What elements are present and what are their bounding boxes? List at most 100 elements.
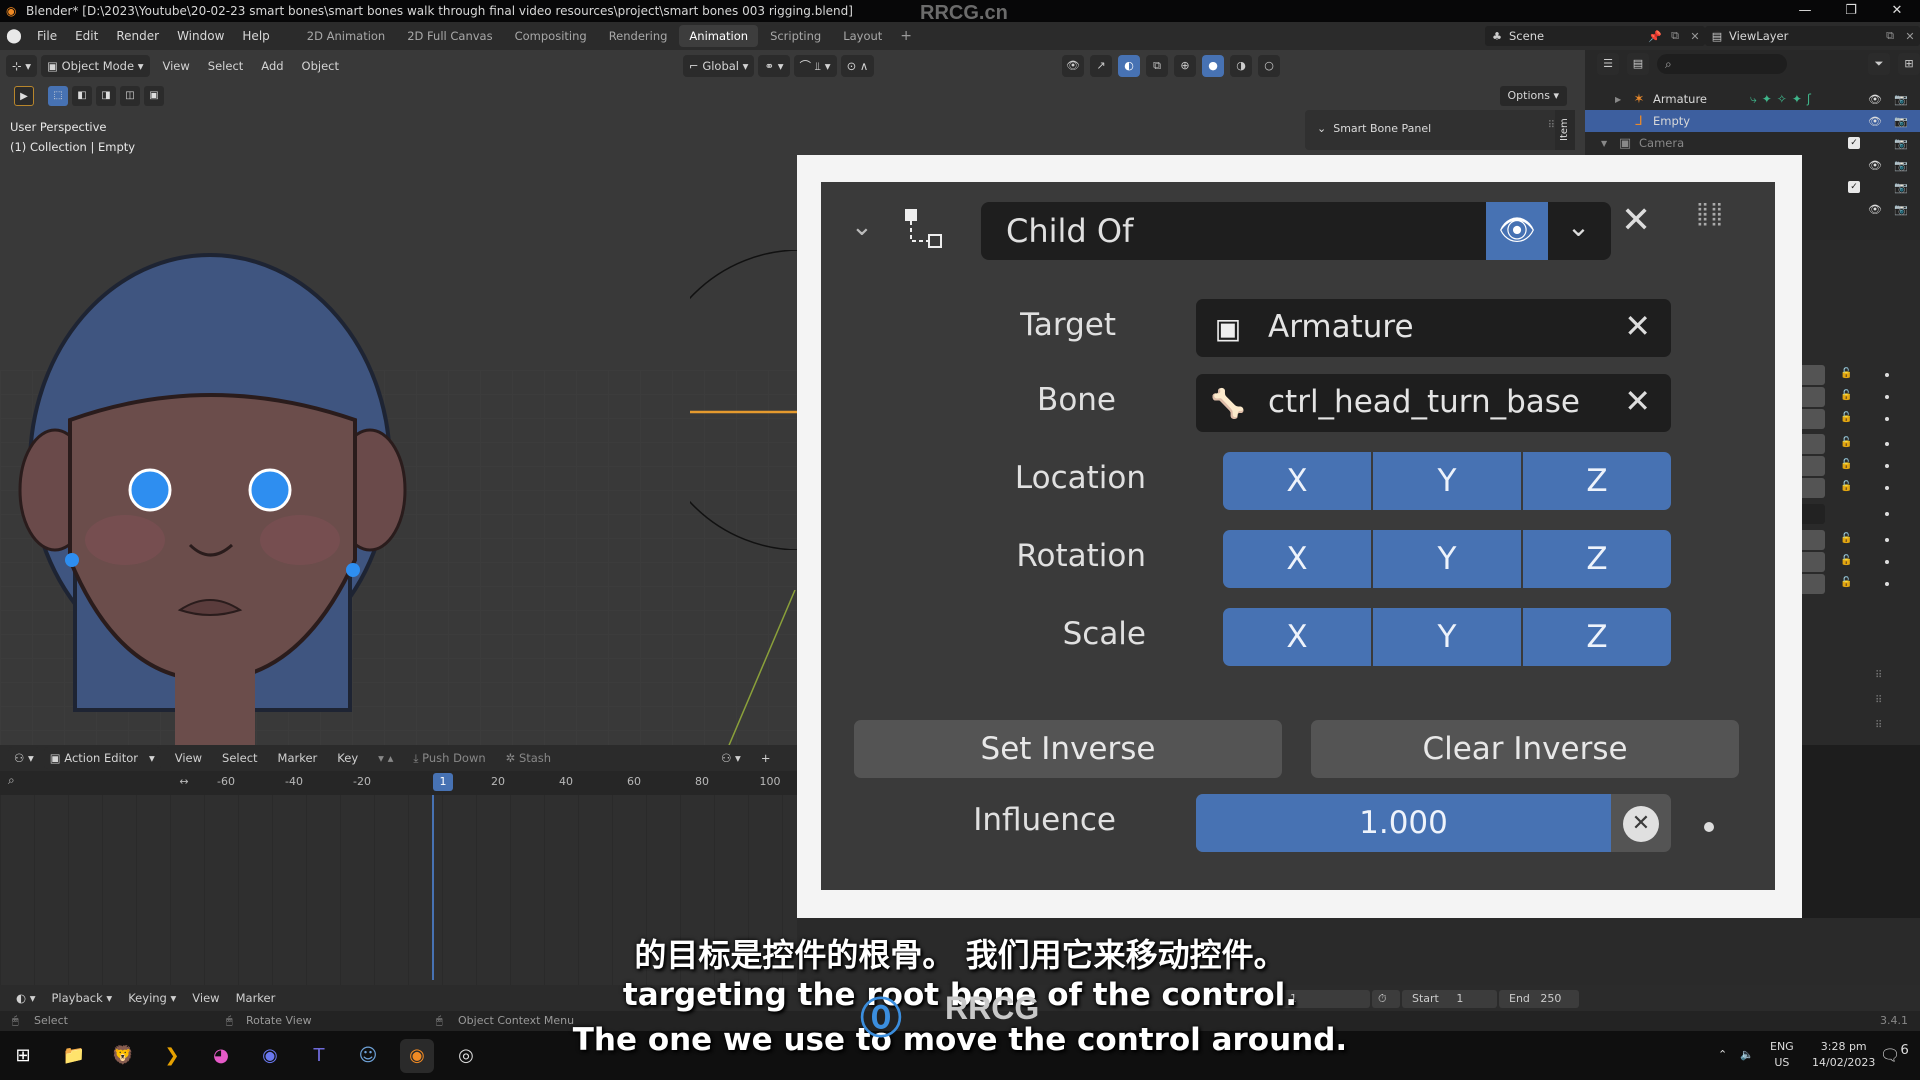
editor-type-button[interactable]: ⊹ ▾ <box>6 55 38 77</box>
tab-animation[interactable]: Animation <box>679 25 759 47</box>
maximize-button[interactable]: ❐ <box>1828 0 1874 22</box>
viewport-menu-add[interactable]: Add <box>252 59 292 73</box>
frame-ruler[interactable]: ⌕ ↔ -60 -40 -20 1 20 40 60 80 100 <box>0 771 797 795</box>
constraint-menu-chevron-icon[interactable]: ⌄ <box>1556 210 1601 243</box>
new-view-layer-icon[interactable]: ⧉ <box>1880 29 1900 43</box>
render-camera-icon[interactable]: 📷 <box>1892 115 1910 128</box>
visibility-eye-icon[interactable]: 👁 <box>1866 159 1884 172</box>
drag-grip-icon[interactable]: ⠿⠿ ⠿⠿ <box>1696 203 1724 231</box>
filter-icon[interactable]: ⚇ ▾ <box>711 751 751 765</box>
panel-grip-icon[interactable]: ⠿ <box>1875 720 1882 731</box>
clear-inverse-button[interactable]: Clear Inverse <box>1311 720 1739 778</box>
stash-button[interactable]: ✲ Stash <box>496 751 561 765</box>
rotation-z-toggle[interactable]: Z <box>1523 530 1671 588</box>
ae-menu-key[interactable]: Key <box>327 751 368 765</box>
solid-shading-icon[interactable]: ● <box>1202 55 1224 77</box>
keyframe-dot[interactable] <box>1885 395 1889 399</box>
tab-2d-full-canvas[interactable]: 2D Full Canvas <box>397 25 502 47</box>
render-camera-icon[interactable]: 📷 <box>1892 137 1910 150</box>
render-camera-icon[interactable]: 📷 <box>1892 159 1910 172</box>
location-x-toggle[interactable]: X <box>1223 452 1373 510</box>
target-field[interactable]: ▣ Armature ✕ <box>1196 299 1671 357</box>
xray-toggle-icon[interactable]: ⧉ <box>1146 55 1168 77</box>
collapse-chevron-icon[interactable]: ⌄ <box>851 212 873 242</box>
panel-grip-icon[interactable]: ⠿ <box>1875 695 1882 706</box>
lock-icon[interactable]: 🔓 <box>1840 555 1852 566</box>
select-extend-icon[interactable]: ◧ <box>72 86 92 106</box>
constraint-name-field[interactable]: Child Of 👁 ⌄ <box>981 202 1611 260</box>
keyframe-dot[interactable] <box>1885 560 1889 564</box>
pivot-point-button[interactable]: ⚭ ▾ <box>758 55 790 77</box>
keyframe-dot[interactable] <box>1885 538 1889 542</box>
menu-window[interactable]: Window <box>168 22 233 50</box>
disable-keep-transform-icon[interactable]: ✕ <box>1623 806 1659 842</box>
outliner-row-armature[interactable]: ▶ ✶ Armature ⤷✦✧✦ʃ 👁 📷 <box>1585 88 1920 110</box>
channel-search-input[interactable]: ⌕ <box>8 773 168 793</box>
keyframe-dot[interactable] <box>1885 417 1889 421</box>
minimize-button[interactable]: — <box>1782 0 1828 22</box>
visibility-selector-icon[interactable]: 👁 <box>1062 55 1084 77</box>
lock-icon[interactable]: 🔓 <box>1840 481 1852 492</box>
scene-selector[interactable]: ♣ Scene 📌 ⧉ ✕ <box>1485 26 1705 46</box>
render-camera-icon[interactable]: 📷 <box>1892 93 1910 106</box>
select-new-icon[interactable]: ⬚ <box>48 86 68 106</box>
menu-help[interactable]: Help <box>233 22 278 50</box>
panel-grip-icon[interactable]: ⠿ <box>1548 120 1555 131</box>
swap-icon[interactable]: ↔ <box>179 775 188 788</box>
select-invert-icon[interactable]: ◫ <box>120 86 140 106</box>
tab-2d-animation[interactable]: 2D Animation <box>297 25 395 47</box>
ae-menu-marker[interactable]: Marker <box>268 751 328 765</box>
visibility-eye-icon[interactable]: 👁 <box>1866 115 1884 128</box>
tab-layout[interactable]: Layout <box>833 25 892 47</box>
new-collection-icon[interactable]: ⊞ <box>1898 53 1920 75</box>
lock-icon[interactable]: 🔓 <box>1840 533 1852 544</box>
render-camera-icon[interactable]: 📷 <box>1892 181 1910 194</box>
panel-grip-icon[interactable]: ⠿ <box>1875 670 1882 681</box>
smart-bone-panel[interactable]: ⌄ Smart Bone Panel ⠿ <box>1305 110 1565 150</box>
options-button[interactable]: Options ▾ <box>1499 86 1567 106</box>
location-z-toggle[interactable]: Z <box>1523 452 1671 510</box>
scale-y-toggle[interactable]: Y <box>1373 608 1523 666</box>
visibility-eye-icon[interactable]: 👁 <box>1866 93 1884 106</box>
display-mode-icon[interactable]: ☰ <box>1597 53 1619 75</box>
viewport-menu-view[interactable]: View <box>154 59 199 73</box>
transform-orientation-selector[interactable]: ⌐ Global ▾ <box>683 55 755 77</box>
outliner-row-empty[interactable]: ⅃ Empty 👁 📷 <box>1585 110 1920 132</box>
gizmo-toggle-icon[interactable]: ↗ <box>1090 55 1112 77</box>
tab-compositing[interactable]: Compositing <box>505 25 597 47</box>
mode-selector[interactable]: ▣ Object Mode ▾ <box>41 55 150 77</box>
lock-icon[interactable]: 🔓 <box>1840 459 1852 470</box>
new-action-button[interactable]: + <box>751 751 781 765</box>
close-window-button[interactable]: ✕ <box>1874 0 1920 22</box>
outliner-row-camera[interactable]: ▼ ▣ Camera ✓ 📷 <box>1585 132 1920 154</box>
lock-icon[interactable]: 🔓 <box>1840 577 1852 588</box>
lock-icon[interactable]: 🔓 <box>1840 437 1852 448</box>
wireframe-shading-icon[interactable]: ⊕ <box>1174 55 1196 77</box>
render-camera-icon[interactable]: 📷 <box>1892 203 1910 216</box>
item-tab[interactable]: Item <box>1555 110 1575 150</box>
filter-view-icon[interactable]: ▤ <box>1627 53 1649 75</box>
bone-field[interactable]: 🦴 ctrl_head_turn_base ✕ <box>1196 374 1671 432</box>
select-tool-icon[interactable]: ▶ <box>14 86 34 106</box>
viewport-menu-object[interactable]: Object <box>293 59 348 73</box>
add-workspace-button[interactable]: + <box>894 28 918 44</box>
tab-scripting[interactable]: Scripting <box>760 25 831 47</box>
keyframe-dot[interactable] <box>1704 822 1714 832</box>
dopesheet-mode-selector[interactable]: ▣ Action Editor ▾ <box>43 747 161 769</box>
influence-slider[interactable]: 1.000 ✕ <box>1196 794 1671 852</box>
overlay-toggle-icon[interactable]: ◐ <box>1118 55 1140 77</box>
keyframe-dot[interactable] <box>1885 512 1889 516</box>
material-shading-icon[interactable]: ◑ <box>1230 55 1252 77</box>
blender-menu-icon[interactable]: ⬤ <box>0 28 28 44</box>
ae-menu-view[interactable]: View <box>165 751 212 765</box>
scale-x-toggle[interactable]: X <box>1223 608 1373 666</box>
select-subtract-icon[interactable]: ◨ <box>96 86 116 106</box>
menu-edit[interactable]: Edit <box>66 22 107 50</box>
keyframe-dot[interactable] <box>1885 442 1889 446</box>
keyframe-dot[interactable] <box>1885 582 1889 586</box>
ae-menu-select[interactable]: Select <box>212 751 267 765</box>
lock-icon[interactable]: 🔓 <box>1840 390 1852 401</box>
keyframe-dot[interactable] <box>1885 464 1889 468</box>
keyframe-dot[interactable] <box>1885 486 1889 490</box>
filter-icon[interactable]: ⏷ <box>1868 53 1890 75</box>
